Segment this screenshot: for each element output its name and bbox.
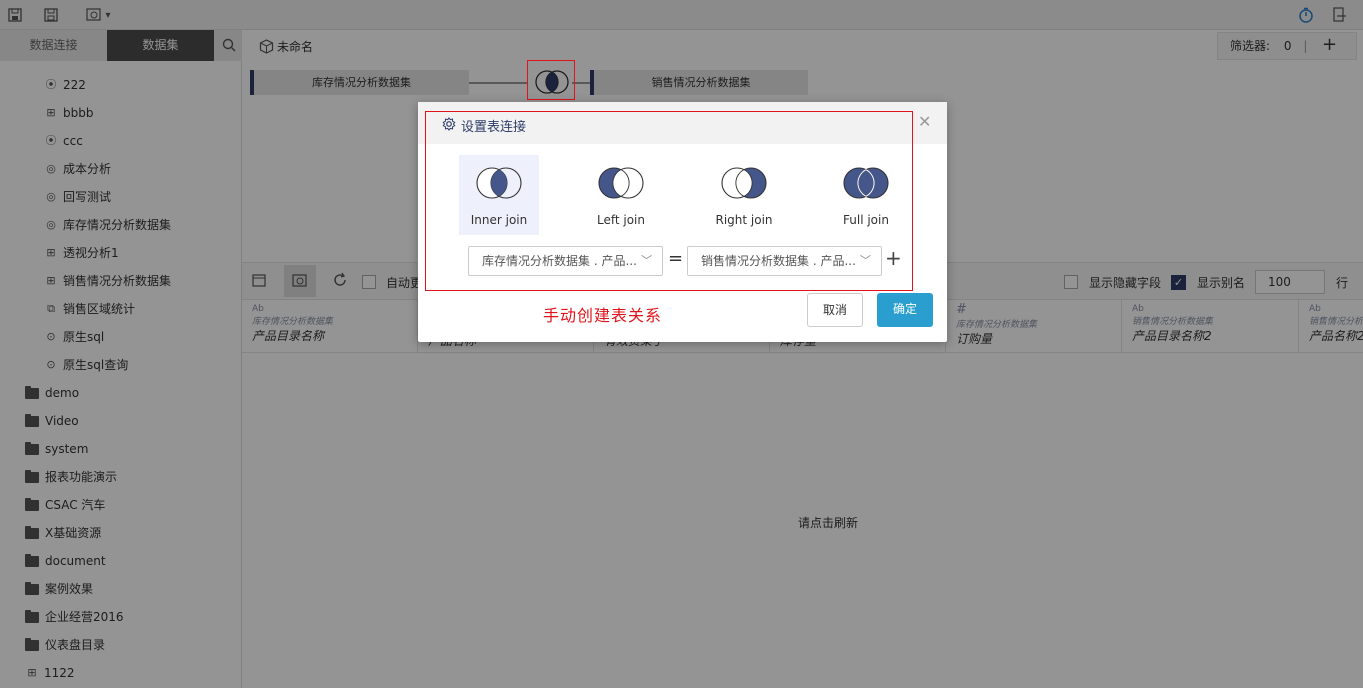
highlight-box — [527, 60, 575, 100]
close-icon[interactable]: ✕ — [918, 112, 931, 131]
confirm-button[interactable]: 确定 — [877, 293, 933, 327]
cancel-button[interactable]: 取消 — [807, 293, 863, 327]
annotation-text: 手动创建表关系 — [543, 306, 663, 325]
highlight-box — [425, 111, 913, 291]
